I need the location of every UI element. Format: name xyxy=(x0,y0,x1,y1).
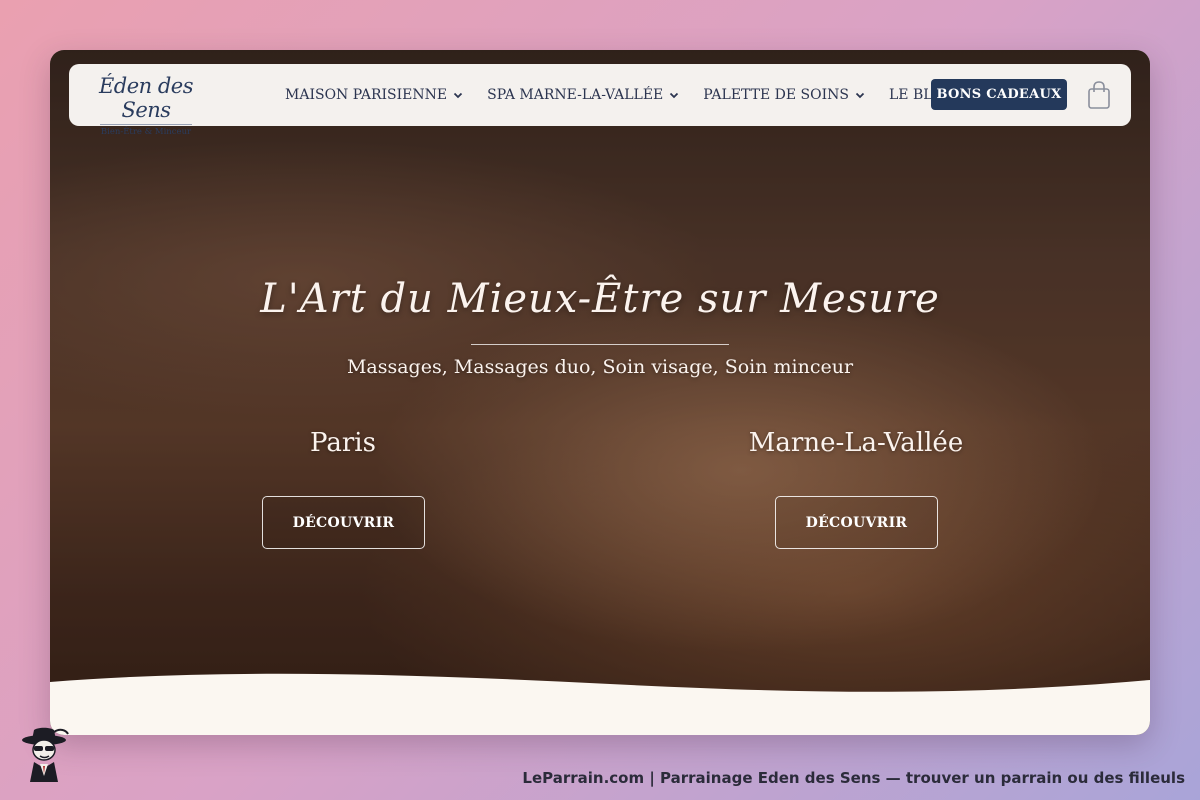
discover-marne-la-vallee-button[interactable]: DÉCOUVRIR xyxy=(775,496,938,549)
menu-item-palette-de-soins[interactable]: PALETTE DE SOINS xyxy=(703,87,865,103)
spy-mascot-icon xyxy=(22,727,69,782)
chevron-down-icon xyxy=(453,92,463,99)
hero-wave-divider xyxy=(50,673,1150,735)
chevron-down-icon xyxy=(670,92,679,99)
footer-caption: LeParrain.com | Parrainage Eden des Sens… xyxy=(522,769,1185,787)
discover-paris-button[interactable]: DÉCOUVRIR xyxy=(262,496,425,549)
hero-headline: L'Art du Mieux-Être sur Mesure xyxy=(260,276,940,322)
menu-item-spa-marne-la-vallee[interactable]: SPA MARNE-LA-VALLÉE xyxy=(487,87,679,103)
hero-divider xyxy=(471,344,729,345)
menu-item-maison-parisienne[interactable]: MAISON PARISIENNE xyxy=(285,87,463,103)
chevron-down-icon xyxy=(855,92,865,99)
menu-item-label: PALETTE DE SOINS xyxy=(703,87,849,103)
hero-background xyxy=(50,50,1150,735)
menu-item-label: SPA MARNE-LA-VALLÉE xyxy=(487,87,664,103)
hero-services-line: Massages, Massages duo, Soin visage, Soi… xyxy=(346,356,854,378)
location-title-marne-la-vallee: Marne-La-Vallée xyxy=(748,428,964,458)
logo-subtitle: Bien-Être & Minceur xyxy=(100,124,192,137)
site-logo[interactable]: Éden des Sens Bien-Être & Minceur xyxy=(86,74,206,137)
website-card: Éden des Sens Bien-Être & Minceur MAISON… xyxy=(50,50,1150,735)
location-title-paris: Paris xyxy=(310,428,376,458)
gift-vouchers-button[interactable]: BONS CADEAUX xyxy=(931,79,1067,110)
logo-title: Éden des Sens xyxy=(98,74,194,122)
top-navigation: Éden des Sens Bien-Être & Minceur MAISON… xyxy=(69,64,1131,137)
menu-item-label: MAISON PARISIENNE xyxy=(285,87,448,103)
main-menu: MAISON PARISIENNE SPA MARNE-LA-VALLÉE PA… xyxy=(285,64,955,126)
shopping-bag-icon[interactable] xyxy=(1087,80,1111,110)
